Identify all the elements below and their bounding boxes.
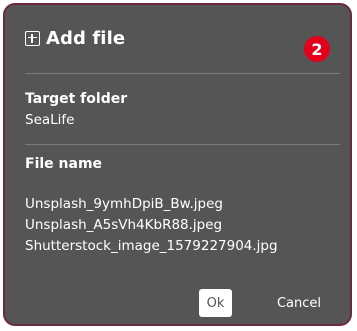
divider [25, 144, 340, 145]
target-folder-label: Target folder [25, 91, 128, 107]
file-name-label: File name [25, 156, 103, 172]
plus-square-icon [25, 30, 40, 46]
file-list-item: Unsplash_9ymhDpiB_Bw.jpeg [25, 196, 223, 212]
divider [25, 73, 340, 74]
file-list-item: Shutterstock_image_1579227904.jpg [25, 238, 278, 254]
target-folder-value: SeaLife [25, 112, 75, 128]
dialog-title: Add file [46, 27, 126, 49]
file-list-item: Unsplash_A5sVh4KbR88.jpeg [25, 217, 223, 233]
cancel-button[interactable]: Cancel [267, 289, 331, 317]
file-list: Unsplash_9ymhDpiB_Bw.jpeg Unsplash_A5sVh… [25, 194, 278, 257]
step-badge: 2 [304, 36, 330, 62]
add-file-dialog: Add file 2 Target folder SeaLife File na… [3, 3, 352, 326]
dialog-header: Add file [25, 25, 125, 51]
ok-button[interactable]: Ok [199, 289, 232, 317]
